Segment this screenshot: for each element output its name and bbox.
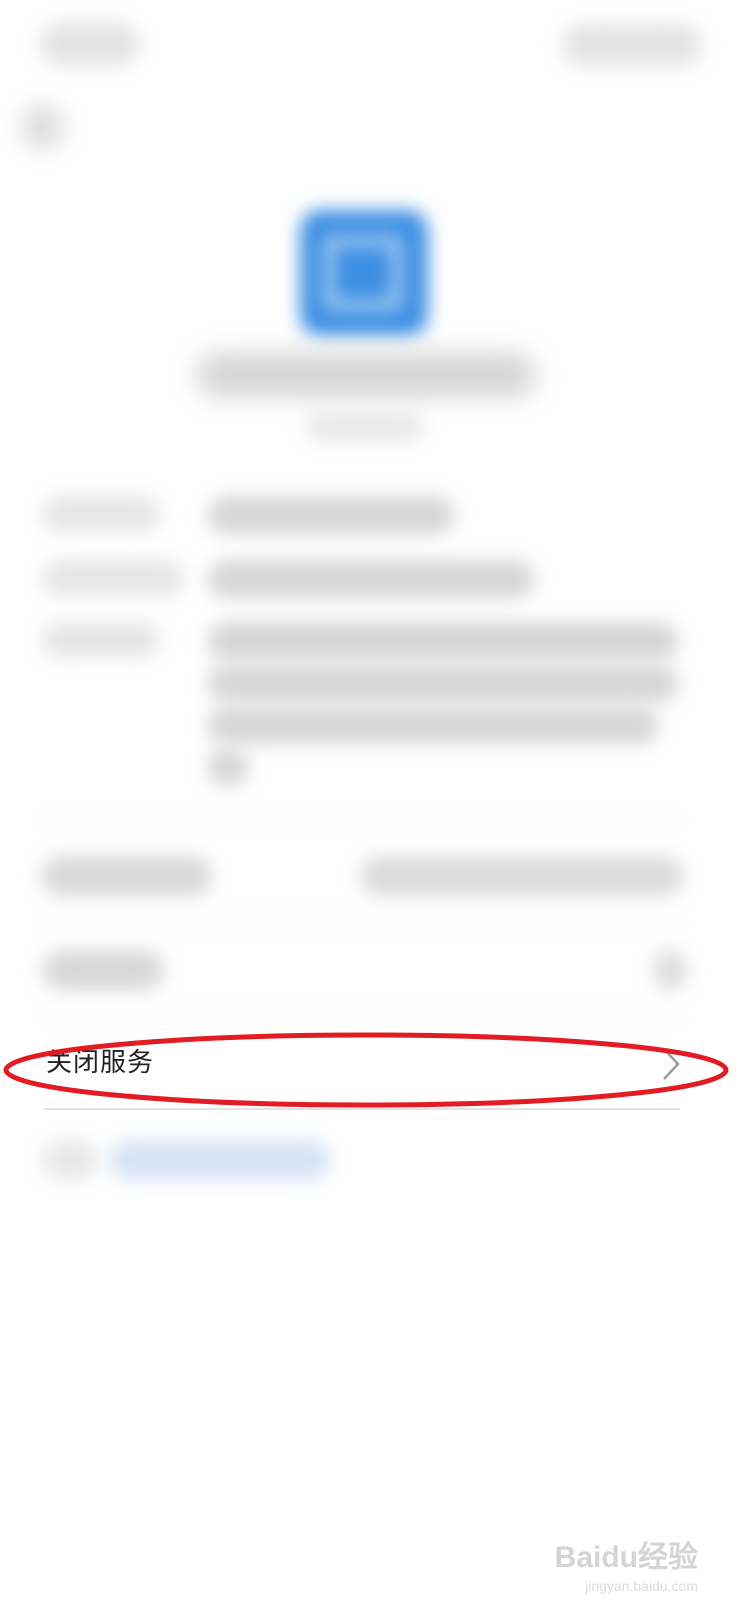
list-item-value-1[interactable] — [360, 856, 684, 896]
divider — [44, 1016, 680, 1018]
status-indicators — [562, 24, 702, 66]
info-value-1 — [208, 496, 454, 534]
watermark-brand: Baidu经验 — [554, 1541, 698, 1574]
footer-link[interactable] — [110, 1140, 330, 1180]
list-item-label-1[interactable] — [42, 856, 212, 896]
info-value-3-line2 — [208, 664, 678, 702]
app-subtitle — [306, 410, 424, 442]
status-time — [40, 22, 140, 66]
watermark-url: jingyan.baidu.com — [585, 1578, 698, 1594]
footer-prefix — [42, 1140, 98, 1180]
info-value-3-line3 — [208, 706, 658, 744]
close-service-row[interactable]: 关闭服务 — [0, 1028, 738, 1108]
app-icon — [300, 210, 428, 336]
chevron-left-icon — [32, 113, 50, 141]
divider — [44, 818, 680, 820]
list-item-chevron-2[interactable] — [654, 950, 686, 990]
divider — [44, 1108, 680, 1110]
info-value-2 — [208, 560, 534, 598]
info-value-3-line1 — [208, 622, 678, 660]
chevron-right-icon — [663, 1048, 680, 1080]
info-value-3-line4 — [208, 748, 248, 786]
info-label-3 — [42, 622, 160, 658]
back-button[interactable] — [16, 100, 70, 154]
list-item-label-2[interactable] — [42, 950, 164, 990]
info-label-1 — [42, 496, 160, 532]
close-service-label: 关闭服务 — [46, 1048, 155, 1078]
app-name — [196, 352, 536, 398]
info-label-2 — [42, 560, 184, 596]
divider — [44, 920, 680, 922]
